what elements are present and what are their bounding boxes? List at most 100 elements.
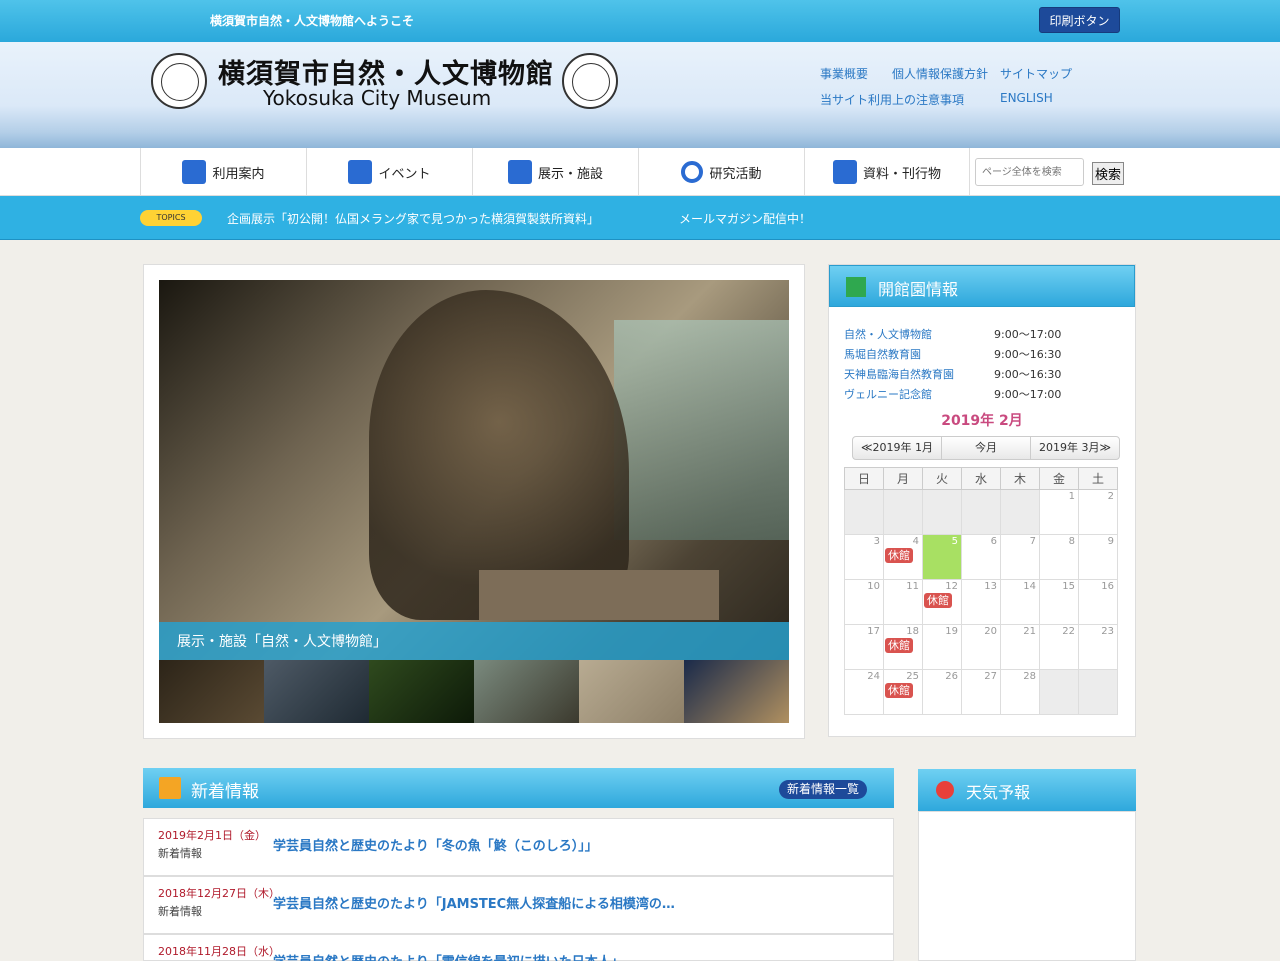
- thumbnail-3[interactable]: [369, 660, 474, 723]
- calendar-cell: [883, 489, 923, 535]
- calendar-cell: [1039, 669, 1079, 715]
- facility-hours: 9:00〜17:00: [994, 328, 1062, 341]
- link-terms[interactable]: 当サイト利用上の注意事項: [820, 91, 964, 108]
- topic-link[interactable]: 企画展示「初公開！仏国メラング家で見つかった横須賀製鉄所資料」: [227, 210, 599, 227]
- news-item[interactable]: 2018年11月28日（水） 学芸員自然と歴史のたより「電信線を最初に描いた日本…: [143, 934, 894, 961]
- news-link[interactable]: 学芸員自然と歴史のたより「JAMSTEC無人探査船による相模湾の…: [273, 893, 675, 912]
- nav-item-events[interactable]: イベント: [306, 148, 472, 196]
- news-link[interactable]: 学芸員自然と歴史のたより「電信線を最初に描いた日本人」: [273, 951, 624, 961]
- calendar-day[interactable]: 1: [1039, 489, 1079, 535]
- news-more-button[interactable]: 新着情報一覧: [779, 780, 867, 799]
- weekday: 木: [1000, 467, 1040, 490]
- calendar-day[interactable]: 22: [1039, 624, 1079, 670]
- book-icon: [832, 160, 857, 184]
- nav-item-exhibits[interactable]: 展示・施設: [472, 148, 638, 196]
- weather-panel: [918, 811, 1136, 961]
- nav-item-publications[interactable]: 資料・刊行物: [804, 148, 970, 196]
- nav-item-guide[interactable]: 利用案内: [140, 148, 306, 196]
- weekday: 日: [844, 467, 884, 490]
- news-date: 2018年11月28日（水）: [158, 945, 280, 958]
- print-button[interactable]: 印刷ボタン: [1039, 7, 1120, 33]
- calendar-day[interactable]: 8: [1039, 534, 1079, 580]
- nav-label: 展示・施設: [537, 166, 603, 182]
- news-link[interactable]: 学芸員自然と歴史のたより「冬の魚「鮗（このしろ）」」: [273, 835, 598, 854]
- calendar-day[interactable]: 28: [1000, 669, 1040, 715]
- calendar-day[interactable]: 13: [961, 579, 1001, 625]
- entrance-icon: [846, 277, 866, 297]
- news-item[interactable]: 2019年2月1日（金） 新着情報 学芸員自然と歴史のたより「冬の魚「鮗（このし…: [143, 818, 894, 876]
- display-case-image: [614, 320, 789, 540]
- weekday: 水: [961, 467, 1001, 490]
- calendar-day[interactable]: 2: [1078, 489, 1118, 535]
- calendar-day[interactable]: 17: [844, 624, 884, 670]
- calendar-month: 2019年 2月: [941, 413, 1023, 429]
- thumbnail-2[interactable]: [264, 660, 369, 723]
- link-privacy[interactable]: 個人情報保護方針: [892, 65, 988, 82]
- calendar-day-today[interactable]: 5: [922, 534, 962, 580]
- calendar-day[interactable]: 26: [922, 669, 962, 715]
- calendar-day[interactable]: 9: [1078, 534, 1118, 580]
- facility-name[interactable]: 自然・人文博物館: [844, 326, 932, 342]
- news-item[interactable]: 2018年12月27日（木） 新着情報 学芸員自然と歴史のたより「JAMSTEC…: [143, 876, 894, 934]
- calendar-today-button[interactable]: 今月: [942, 437, 1031, 459]
- calendar-prev-button[interactable]: ≪2019年 1月: [853, 437, 942, 459]
- slideshow-thumbnails: [159, 660, 789, 723]
- topics-bar: TOPICS 企画展示「初公開！仏国メラング家で見つかった横須賀製鉄所資料」 メ…: [0, 196, 1280, 240]
- calendar-icon: [348, 160, 373, 184]
- calendar-cell: [961, 489, 1001, 535]
- city-seal-icon: [151, 53, 207, 109]
- nav-label: 利用案内: [212, 166, 265, 182]
- calendar-day[interactable]: 18 休館: [883, 624, 923, 670]
- link-overview[interactable]: 事業概要: [820, 65, 868, 82]
- facility-name[interactable]: 天神島臨海自然教育園: [844, 366, 954, 382]
- search-button[interactable]: 検索: [1092, 162, 1124, 185]
- display-plinth-image: [479, 570, 719, 620]
- thumbnail-5[interactable]: [579, 660, 684, 723]
- calendar-day[interactable]: 12 休館: [922, 579, 962, 625]
- calendar-next-button[interactable]: 2019年 3月≫: [1031, 437, 1119, 459]
- main-nav: 利用案内 イベント 展示・施設 研究活動 資料・刊行物: [0, 148, 1280, 196]
- facility-hours: 9:00〜16:30: [994, 348, 1062, 361]
- calendar-day[interactable]: 21: [1000, 624, 1040, 670]
- opening-heading: 開館園情報: [829, 265, 1135, 307]
- site-header: 横須賀市自然・人文博物館 Yokosuka City Museum 事業概要 個…: [0, 42, 1280, 148]
- calendar-day[interactable]: 25 休館: [883, 669, 923, 715]
- calendar-day[interactable]: 4 休館: [883, 534, 923, 580]
- calendar-cell: [1078, 669, 1118, 715]
- calendar-day[interactable]: 10: [844, 579, 884, 625]
- calendar-cell: [844, 489, 884, 535]
- calendar-day[interactable]: 7: [1000, 534, 1040, 580]
- calendar-day[interactable]: 24: [844, 669, 884, 715]
- calendar-day[interactable]: 15: [1039, 579, 1079, 625]
- calendar-cell: [922, 489, 962, 535]
- calendar-day[interactable]: 27: [961, 669, 1001, 715]
- calendar-day[interactable]: 20: [961, 624, 1001, 670]
- closed-badge: 休館: [924, 593, 952, 608]
- calendar-day[interactable]: 23: [1078, 624, 1118, 670]
- thumbnail-6[interactable]: [684, 660, 789, 723]
- topics-badge: TOPICS: [140, 210, 202, 226]
- weekday: 火: [922, 467, 962, 490]
- thumbnail-4[interactable]: [474, 660, 579, 723]
- calendar-cell: [1000, 489, 1040, 535]
- link-sitemap[interactable]: サイトマップ: [1000, 65, 1072, 82]
- search-input[interactable]: [975, 158, 1084, 186]
- slideshow-image[interactable]: [159, 280, 789, 660]
- news-title: 新着情報: [191, 782, 259, 802]
- calendar-day[interactable]: 11: [883, 579, 923, 625]
- calendar-day[interactable]: 14: [1000, 579, 1040, 625]
- topic-link[interactable]: メールマガジン配信中！: [679, 210, 811, 227]
- facility-name[interactable]: ヴェルニー記念館: [844, 386, 932, 402]
- facility-name[interactable]: 馬堀自然教育園: [844, 346, 921, 362]
- top-bar: 横須賀市自然・人文博物館へようこそ 印刷ボタン: [0, 0, 1280, 42]
- calendar: 日 月 火 水 木 金 土 1 2 3 4 休館 5 6 7 8 9 10 11 …: [844, 467, 1118, 715]
- slideshow-caption[interactable]: 展示・施設「自然・人文博物館」: [159, 622, 789, 660]
- link-english[interactable]: ENGLISH: [1000, 91, 1053, 105]
- news-date: 2019年2月1日（金）: [158, 829, 266, 842]
- calendar-day[interactable]: 6: [961, 534, 1001, 580]
- calendar-day[interactable]: 19: [922, 624, 962, 670]
- calendar-day[interactable]: 3: [844, 534, 884, 580]
- thumbnail-1[interactable]: [159, 660, 264, 723]
- calendar-day[interactable]: 16: [1078, 579, 1118, 625]
- nav-item-research[interactable]: 研究活動: [638, 148, 804, 196]
